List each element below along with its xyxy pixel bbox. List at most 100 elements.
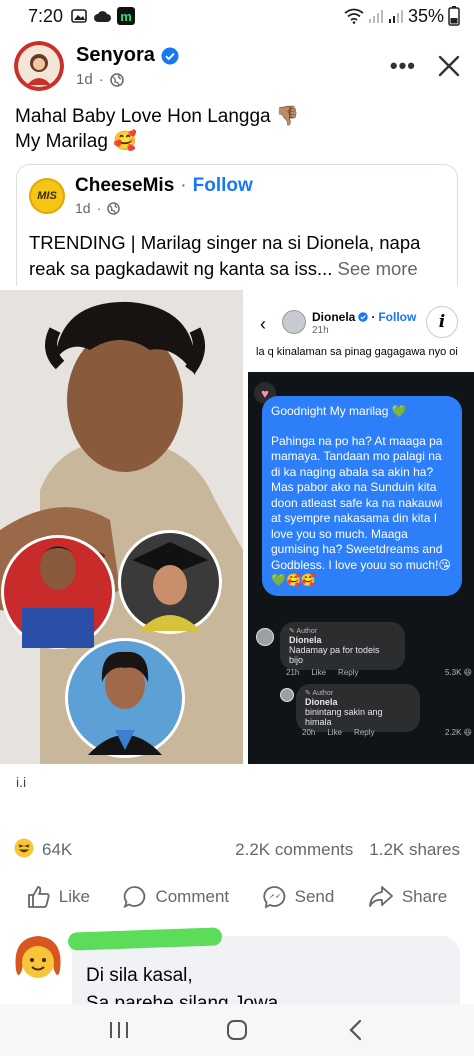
more-options-button[interactable]: ••• [390, 53, 416, 79]
top-comment[interactable]: Di sila kasal, Sa parehe silang Jowa [0, 926, 474, 1006]
author-name[interactable]: Senyora [76, 44, 155, 67]
screenshot-separator: · [371, 310, 376, 324]
battery-icon [448, 6, 460, 26]
share-label: Share [401, 887, 448, 906]
message-bubble: Goodnight My marilag 💚 Pahinga na po ha?… [262, 396, 462, 596]
comment-meta-2: 20h Like Reply 2.2K 😆 [302, 728, 472, 737]
cloud-icon [94, 10, 112, 22]
haha-reaction-icon[interactable] [14, 838, 34, 863]
author-name-row: Senyora [76, 44, 179, 67]
screenshot-caption: la q kinalaman sa pinag gagagawa nyo oi [256, 346, 458, 358]
back-button[interactable] [335, 1010, 375, 1050]
action-bar: Like Comment Send Share [0, 876, 474, 918]
messenger-icon [262, 886, 285, 909]
shares-count[interactable]: 1.2K shares [369, 840, 460, 860]
shared-post-card[interactable]: MIS CheeseMis · Follow 1d · TRENDING | M… [16, 164, 458, 286]
globe-icon [107, 201, 121, 215]
comment-like: Like [311, 668, 327, 677]
comment-name: Dionela [305, 697, 338, 707]
send-button[interactable]: Send [262, 885, 335, 909]
dionela-avatar [282, 310, 306, 334]
signal-icon [368, 10, 383, 23]
comment-avatar [256, 628, 274, 646]
like-label: Like [58, 887, 90, 906]
comment-reply: Reply [338, 668, 359, 677]
author-tag: ✎ Author [305, 690, 334, 697]
verified-badge-icon [161, 47, 179, 64]
like-button[interactable]: Like [27, 885, 90, 909]
verified-badge-icon [358, 312, 369, 322]
reactions-row: 64K 2.2K comments 1.2K shares [14, 838, 460, 862]
battery-level: 35% [407, 5, 444, 26]
home-button[interactable] [217, 1010, 257, 1050]
back-arrow-icon: ‹ [260, 314, 266, 334]
status-bar: 7:20 m 35% [0, 0, 474, 32]
post-text-line2: My Marilag 🥰 [15, 131, 137, 152]
comment-button[interactable]: Comment [123, 885, 229, 909]
back-chevron-icon [349, 1019, 362, 1041]
screenshot-comment-1: ✎ Author Dionela Nadamay pa for todeis b… [280, 622, 405, 670]
shared-meta: 1d · [75, 200, 253, 216]
comment-like: Like [327, 728, 343, 737]
author-avatar[interactable] [14, 41, 64, 91]
comment-avatar [280, 688, 294, 702]
signal-icon-2 [388, 10, 403, 23]
screenshot-comment-2: ✎ Author Dionela binintang sakin ang him… [296, 684, 420, 732]
screenshot-time: 21h [312, 325, 329, 336]
author-block: Senyora 1d · [76, 44, 179, 88]
comment-line1: Di sila kasal, [86, 965, 193, 986]
status-icons-left: m [71, 7, 136, 25]
commenter-avatar[interactable] [10, 930, 66, 986]
shared-author-avatar[interactable]: MIS [29, 177, 65, 214]
close-icon [438, 55, 460, 77]
share-button[interactable]: Share [368, 885, 447, 909]
status-icons-right: 35% [344, 6, 460, 27]
comment-name: Dionela [289, 635, 322, 645]
message-greeting: Goodnight My marilag 💚 [271, 404, 407, 418]
post-text: Mahal Baby Love Hon Langga 👎🏽 My Marilag… [15, 104, 455, 154]
post-meta: 1d · [76, 71, 179, 88]
shared-time[interactable]: 1d [75, 200, 91, 216]
globe-icon [109, 72, 124, 87]
follow-button[interactable]: Follow [193, 175, 253, 197]
shared-post-header: MIS CheeseMis · Follow 1d · [29, 175, 457, 216]
shared-name-block: CheeseMis · Follow 1d · [75, 175, 253, 216]
collage-photo[interactable] [0, 290, 243, 764]
post-header: Senyora 1d · ••• [14, 38, 460, 94]
post-time[interactable]: 1d [76, 71, 93, 88]
post-image[interactable]: ‹ Dionela · Follow 21h i la q kinalaman … [0, 290, 474, 764]
screenshot-follow: Follow [378, 310, 417, 324]
comment-label: Comment [155, 887, 230, 906]
comment-bubble-icon [123, 886, 146, 909]
screenshot-name-row: Dionela · Follow [312, 310, 416, 324]
shared-name-row: CheeseMis · Follow [75, 175, 253, 197]
meta-dot: · [96, 200, 102, 216]
comment-reactions: 5.3K 😆 [444, 668, 472, 677]
wifi-icon [344, 8, 364, 24]
comments-count[interactable]: 2.2K comments [235, 840, 353, 860]
post-text-line1: Mahal Baby Love Hon Langga 👎🏽 [15, 106, 300, 127]
status-time: 7:20 [28, 5, 64, 26]
meta-dot: · [98, 71, 104, 88]
shared-author-name[interactable]: CheeseMis [75, 175, 174, 197]
header-actions: ••• [390, 53, 460, 79]
comment-text: binintang sakin ang himala [305, 707, 383, 727]
recent-apps-icon [110, 1022, 128, 1038]
messenger-app-icon: m [117, 7, 136, 25]
image-footer-text: i.i [16, 774, 27, 790]
comment-reply: Reply [354, 728, 375, 737]
shared-separator: · [180, 175, 187, 196]
reaction-count[interactable]: 64K [42, 840, 72, 860]
send-label: Send [294, 887, 335, 906]
comment-time: 20h [302, 728, 316, 737]
system-nav-bar [0, 1004, 474, 1056]
close-button[interactable] [438, 55, 460, 77]
recent-apps-button[interactable] [99, 1010, 139, 1050]
comment-screenshot: ‹ Dionela · Follow 21h i la q kinalaman … [248, 290, 474, 764]
info-icon: i [426, 306, 458, 338]
screenshot-header: ‹ Dionela · Follow 21h i la q kinalaman … [248, 290, 474, 370]
see-more-link[interactable]: See more [338, 258, 418, 279]
message-body: Pahinga na po ha? At maaga pa mamaya. Ta… [271, 433, 451, 588]
author-tag: ✎ Author [289, 628, 318, 635]
share-arrow-icon [368, 886, 393, 907]
